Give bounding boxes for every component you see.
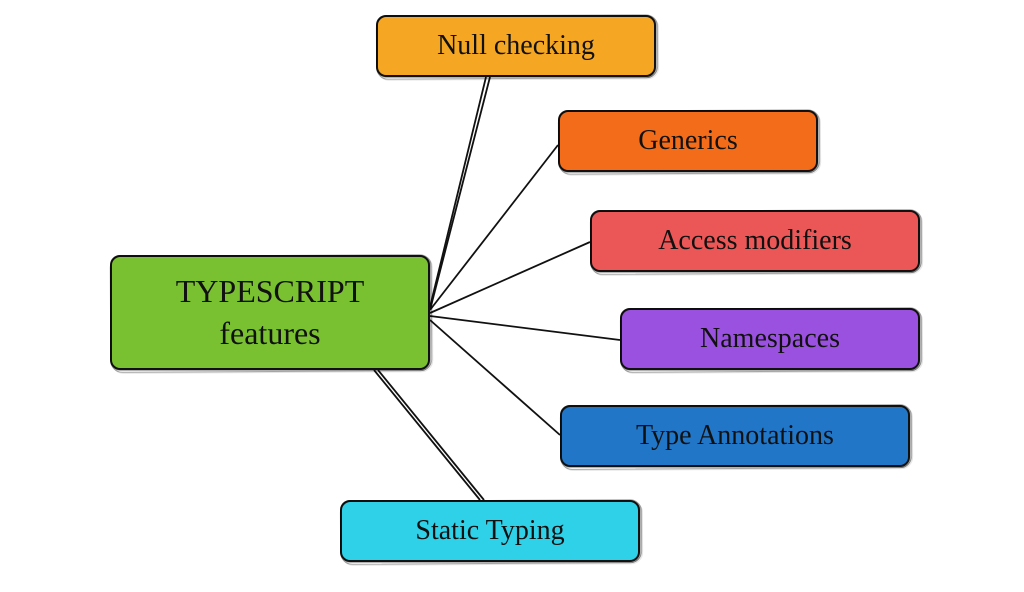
feature-label: Namespaces bbox=[700, 323, 840, 355]
feature-label: Type Annotations bbox=[636, 420, 834, 452]
feature-static-typing: Static Typing bbox=[340, 500, 640, 562]
feature-null-checking: Null checking bbox=[376, 15, 656, 77]
feature-type-annotations: Type Annotations bbox=[560, 405, 910, 467]
feature-namespaces: Namespaces bbox=[620, 308, 920, 370]
feature-access-modifiers: Access modifiers bbox=[590, 210, 920, 272]
feature-label: Generics bbox=[638, 125, 738, 157]
mindmap-canvas: TYPESCRIPTfeatures Null checking Generic… bbox=[0, 0, 1024, 592]
feature-label: Static Typing bbox=[415, 515, 564, 547]
feature-label: Access modifiers bbox=[658, 225, 852, 257]
center-label: TYPESCRIPTfeatures bbox=[176, 271, 364, 354]
center-node: TYPESCRIPTfeatures bbox=[110, 255, 430, 370]
feature-generics: Generics bbox=[558, 110, 818, 172]
feature-label: Null checking bbox=[437, 30, 595, 62]
